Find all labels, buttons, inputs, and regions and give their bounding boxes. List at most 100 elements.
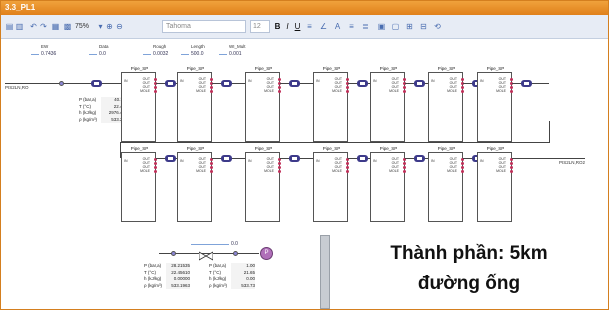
param-slider[interactable] (89, 54, 97, 55)
param-value[interactable]: 0.001 (229, 51, 242, 57)
port-marker[interactable] (461, 170, 464, 173)
italic-icon[interactable]: I (283, 22, 292, 31)
grid-icon[interactable]: ▦ (51, 22, 60, 31)
stream-line[interactable] (512, 158, 545, 159)
port-marker[interactable] (346, 86, 349, 89)
undo-icon[interactable]: ↶ (29, 22, 38, 31)
port-marker[interactable] (154, 166, 157, 169)
mixer-icon[interactable] (165, 80, 176, 87)
group-icon[interactable]: ▣ (377, 22, 386, 31)
pipe-block[interactable]: Pipe_SP IN OUT OUT OUT MOLE (428, 66, 464, 142)
line-color-icon[interactable]: ≡ (305, 22, 314, 31)
font-color-icon[interactable]: A (333, 22, 342, 31)
mixer-icon[interactable] (414, 155, 425, 162)
rotate-icon[interactable]: ⟲ (433, 22, 442, 31)
pipe-block[interactable]: Pipe_SP IN OUT OUT OUT MOLE (477, 66, 513, 142)
port-marker[interactable] (278, 170, 281, 173)
pipe-block[interactable]: Pipe_SP IN OUT OUT OUT MOLE (177, 66, 213, 142)
port-marker[interactable] (403, 78, 406, 81)
pipe-block[interactable]: Pipe_SP IN OUT OUT OUT MOLE (121, 146, 157, 222)
scroll-panel[interactable] (320, 235, 330, 309)
param-slider[interactable] (219, 54, 227, 55)
port-marker[interactable] (210, 78, 213, 81)
underline-icon[interactable]: U (293, 22, 302, 31)
port-marker[interactable] (346, 78, 349, 81)
valve-slider-value[interactable]: 0.0 (231, 241, 238, 247)
port-marker[interactable] (510, 78, 513, 81)
pipe-block[interactable]: Pipe_SP IN OUT OUT OUT MOLE (177, 146, 213, 222)
pipe-block[interactable]: Pipe_SP IN OUT OUT OUT MOLE (370, 66, 406, 142)
pipe-block[interactable]: Pipe_SP IN OUT OUT OUT MOLE (477, 146, 513, 222)
mixer-icon[interactable] (521, 80, 532, 87)
port-marker[interactable] (278, 78, 281, 81)
pipe-block[interactable]: Pipe_SP IN OUT OUT OUT MOLE (245, 146, 281, 222)
prop-value[interactable]: 533.1963 (166, 282, 190, 289)
mixer-icon[interactable] (357, 155, 368, 162)
save-icon[interactable]: ▤ (5, 22, 14, 31)
param-slider[interactable] (143, 54, 151, 55)
pipe-block[interactable]: Pipe_SP IN OUT OUT OUT MOLE (121, 66, 157, 142)
pipe-block[interactable]: Pipe_SP IN OUT OUT OUT MOLE (428, 146, 464, 222)
pump-icon[interactable]: P (260, 247, 273, 260)
pipe-block[interactable]: Pipe_SP IN OUT OUT OUT MOLE (313, 146, 349, 222)
mixer-icon[interactable] (221, 155, 232, 162)
param-slider[interactable] (31, 54, 39, 55)
port-marker[interactable] (510, 86, 513, 89)
port-marker[interactable] (461, 162, 464, 165)
port-marker[interactable] (210, 90, 213, 93)
port-marker[interactable] (461, 86, 464, 89)
font-select[interactable]: Tahoma (162, 20, 246, 33)
mixer-icon[interactable] (289, 80, 300, 87)
prop-value[interactable]: 533.73 (231, 282, 255, 289)
valve-slider[interactable] (191, 244, 229, 245)
pipe-block[interactable]: Pipe_SP IN OUT OUT OUT MOLE (245, 66, 281, 142)
param-slider[interactable] (181, 54, 189, 55)
mixer-icon[interactable] (357, 80, 368, 87)
redo-icon[interactable]: ↷ (39, 22, 48, 31)
port-marker[interactable] (154, 86, 157, 89)
zoom-dropdown-icon[interactable]: ▾ (96, 22, 105, 31)
port-marker[interactable] (210, 86, 213, 89)
port-marker[interactable] (154, 162, 157, 165)
table-icon[interactable]: ▩ (63, 22, 72, 31)
port-marker[interactable] (210, 162, 213, 165)
port-marker[interactable] (403, 170, 406, 173)
mixer-icon[interactable] (414, 80, 425, 87)
flowsheet-canvas[interactable]: EW 0.7436 Data 0.0 Rough 0.0032 Length 500.0 WI_… (1, 39, 608, 309)
mixer-icon[interactable] (91, 80, 102, 87)
port-marker[interactable] (403, 162, 406, 165)
port-marker[interactable] (278, 86, 281, 89)
param-value[interactable]: 0.0 (99, 51, 106, 57)
stream-tag[interactable] (59, 81, 64, 86)
mixer-icon[interactable] (221, 80, 232, 87)
port-marker[interactable] (346, 166, 349, 169)
valve-icon[interactable] (198, 248, 214, 261)
zoom-in-icon[interactable]: ⊕ (105, 22, 114, 31)
port-marker[interactable] (510, 162, 513, 165)
port-marker[interactable] (346, 170, 349, 173)
arrange-icon[interactable]: ⊞ (405, 22, 414, 31)
port-marker[interactable] (154, 78, 157, 81)
param-value[interactable]: 500.0 (191, 51, 204, 57)
port-marker[interactable] (210, 170, 213, 173)
port-marker[interactable] (403, 90, 406, 93)
port-marker[interactable] (154, 90, 157, 93)
port-marker[interactable] (210, 166, 213, 169)
zoom-out-icon[interactable]: ⊖ (115, 22, 124, 31)
print-icon[interactable]: ▥ (15, 22, 24, 31)
stream-tag[interactable] (233, 251, 238, 256)
bold-icon[interactable]: B (273, 22, 282, 31)
port-marker[interactable] (278, 166, 281, 169)
port-marker[interactable] (278, 90, 281, 93)
port-marker[interactable] (278, 162, 281, 165)
line-style-icon[interactable]: ∠ (319, 22, 328, 31)
port-marker[interactable] (510, 166, 513, 169)
port-marker[interactable] (461, 78, 464, 81)
align-left-icon[interactable]: ≡ (347, 22, 356, 31)
port-marker[interactable] (461, 166, 464, 169)
stream-tag[interactable] (171, 251, 176, 256)
param-value[interactable]: 0.7436 (41, 51, 56, 57)
pipe-block[interactable]: Pipe_SP IN OUT OUT OUT MOLE (313, 66, 349, 142)
port-marker[interactable] (346, 162, 349, 165)
mixer-icon[interactable] (289, 155, 300, 162)
